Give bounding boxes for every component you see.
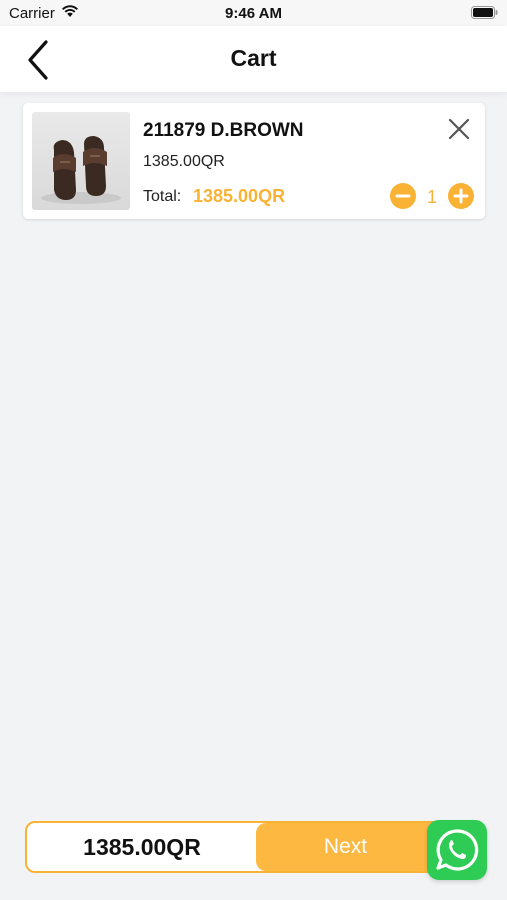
status-time: 9:46 AM [225, 5, 282, 22]
remove-item-button[interactable] [447, 117, 471, 141]
whatsapp-icon [436, 829, 479, 871]
battery-icon [471, 6, 498, 19]
whatsapp-button[interactable] [427, 820, 487, 880]
sandals-image [41, 136, 121, 204]
nav-bar: Cart [0, 26, 507, 92]
plus-circle-icon [448, 183, 474, 209]
cart-item: 211879 D.BROWN 1385.00QR Total: 1385.00Q… [23, 103, 485, 219]
minus-circle-icon [390, 183, 416, 209]
increase-quantity-button[interactable] [448, 183, 474, 209]
status-bar: Carrier 9:46 AM [0, 0, 507, 26]
quantity-value: 1 [426, 187, 437, 207]
product-price: 1385.00QR [143, 153, 225, 170]
decrease-quantity-button[interactable] [390, 183, 416, 209]
cart-total: 1385.00QR [83, 834, 201, 860]
product-name: 211879 D.BROWN [143, 120, 304, 141]
next-button-label: Next [323, 835, 368, 858]
item-total-label: Total: [143, 188, 182, 205]
page-title: Cart [230, 45, 277, 71]
product-image[interactable] [32, 112, 130, 210]
checkout-bar: 1385.00QR Next [25, 821, 463, 873]
close-icon [448, 118, 470, 140]
item-total-value: 1385.00QR [193, 186, 286, 206]
